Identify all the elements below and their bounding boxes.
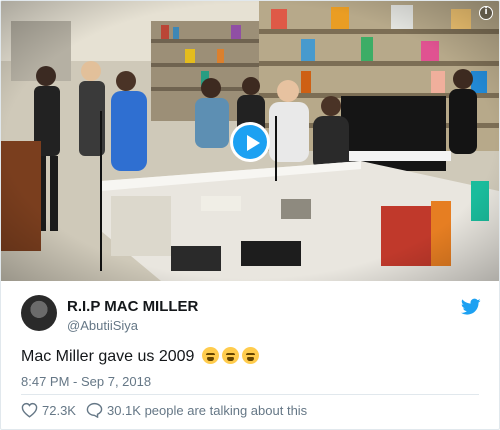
tweet-card: i R.I.P MAC MILLER @AbutiiSiya Mac Mille… <box>0 0 500 430</box>
video-thumbnail[interactable]: i <box>1 1 499 281</box>
like-count: 72.3K <box>42 402 76 418</box>
conversation-count: 30.1K people are talking about this <box>106 402 308 418</box>
timestamp[interactable]: 8:47 PM - Sep 7, 2018 <box>21 374 151 389</box>
crying-face-icon <box>241 347 259 364</box>
crying-face-icon <box>221 347 239 364</box>
info-icon[interactable]: i <box>479 6 493 20</box>
play-icon[interactable] <box>230 122 270 162</box>
user-handle[interactable]: @AbutiiSiya <box>67 318 138 333</box>
display-name[interactable]: R.I.P MAC MILLER <box>67 298 198 315</box>
like-button[interactable]: 72.3K <box>21 402 76 418</box>
divider <box>21 394 479 395</box>
heart-icon <box>21 402 38 418</box>
tweet-text: Mac Miller gave us 2009 <box>21 347 259 366</box>
tweet-actions: 72.3K 30.1K people are talking about thi… <box>21 402 317 418</box>
tweet-body: Mac Miller gave us 2009 <box>21 348 195 365</box>
conversation-link[interactable]: 30.1K people are talking about this <box>86 402 307 418</box>
twitter-bird-icon[interactable] <box>461 298 481 316</box>
crying-face-icon <box>201 347 219 364</box>
speech-bubble-icon <box>86 402 103 418</box>
avatar[interactable] <box>21 295 57 331</box>
